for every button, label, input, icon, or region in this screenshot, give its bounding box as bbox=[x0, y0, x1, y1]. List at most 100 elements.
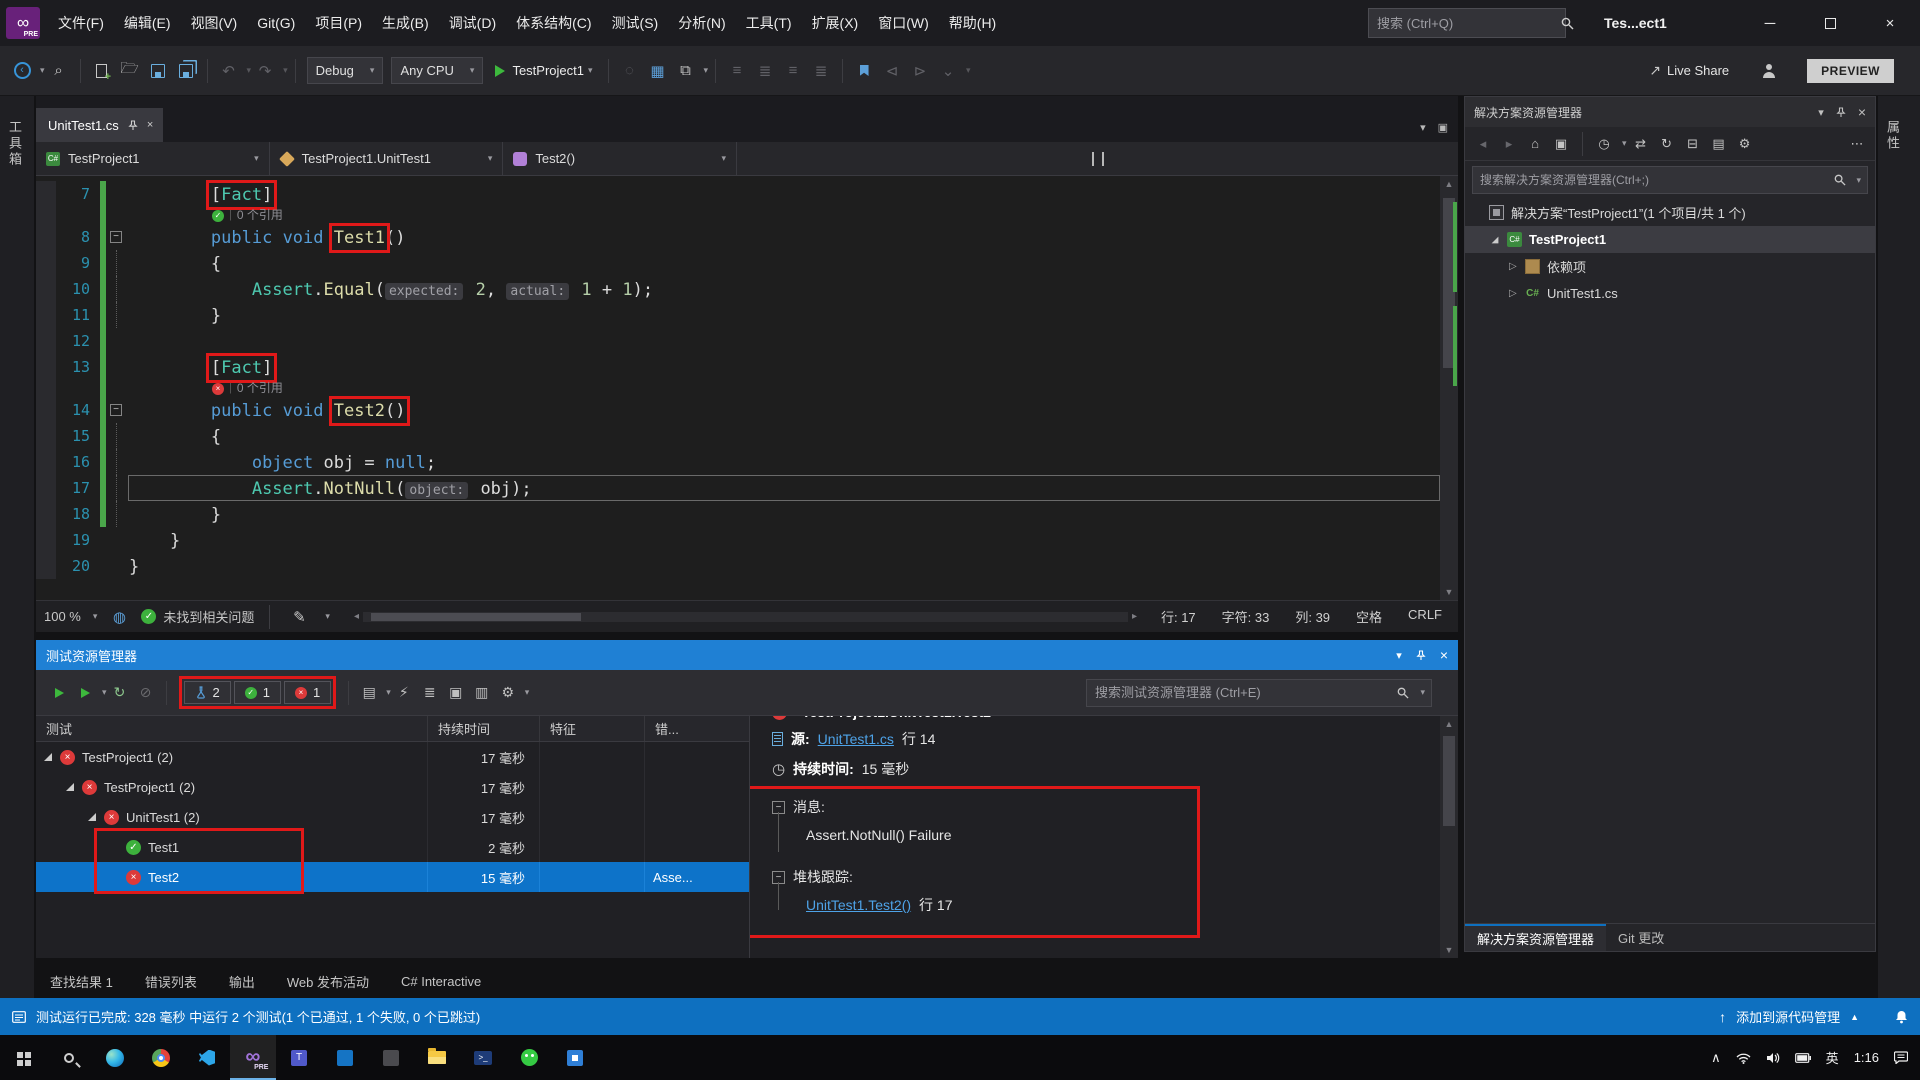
scrollbar-thumb[interactable] bbox=[1443, 736, 1455, 826]
menu-item[interactable]: 扩展(X) bbox=[802, 0, 869, 46]
switch-views-icon[interactable]: ▣ bbox=[1549, 132, 1573, 156]
compare-dropdown-icon[interactable]: ▾ bbox=[704, 65, 709, 76]
test-row[interactable]: ×TestProject1 (2)17 毫秒 bbox=[36, 772, 749, 802]
next-bookmark-icon[interactable]: ⊳ bbox=[906, 57, 934, 85]
show-all-files-icon[interactable]: ▤ bbox=[1707, 132, 1731, 156]
redo-icon[interactable]: ↷ bbox=[251, 57, 279, 85]
document-tab[interactable]: UnitTest1.cs × bbox=[36, 108, 163, 142]
platform-dropdown[interactable]: Any CPU▾ bbox=[391, 57, 483, 84]
stack-frame-link[interactable]: UnitTest1.Test2() bbox=[806, 897, 911, 913]
uncomment-icon[interactable]: ≣ bbox=[807, 57, 835, 85]
breadcrumb-segment[interactable]: Test2()▾ bbox=[503, 142, 737, 175]
expander-icon[interactable] bbox=[44, 753, 52, 761]
panel-tab[interactable]: 查找结果 1 bbox=[50, 972, 113, 991]
panel-tab[interactable]: 输出 bbox=[229, 972, 255, 991]
breadcrumb-segment[interactable]: TestProject1.UnitTest1▾ bbox=[270, 142, 504, 175]
layers-button[interactable]: ▥ bbox=[469, 680, 495, 706]
redo-dropdown-icon[interactable]: ▾ bbox=[283, 65, 288, 76]
collapse-button[interactable]: − bbox=[110, 404, 122, 416]
forward-icon[interactable]: ⌕ bbox=[45, 57, 73, 85]
scroll-up-icon[interactable]: ▲ bbox=[1440, 716, 1458, 732]
ime-indicator[interactable]: 英 bbox=[1826, 1048, 1839, 1067]
minimize-button[interactable]: ─ bbox=[1740, 0, 1800, 46]
panel-tab[interactable]: Git 更改 bbox=[1606, 924, 1676, 951]
run-all-tests-button[interactable] bbox=[46, 680, 72, 706]
window-position-dropdown-icon[interactable]: ▾ bbox=[1396, 649, 1402, 662]
code-editor[interactable]: 7 [Fact]✓|0 个引用8− public void Test1()9 {… bbox=[36, 176, 1458, 600]
add-to-source-control-button[interactable]: 添加到源代码管理 bbox=[1736, 1007, 1840, 1026]
save-all-icon[interactable] bbox=[172, 57, 200, 85]
file-explorer-taskbar-button[interactable] bbox=[414, 1035, 460, 1080]
breakpoint-margin[interactable] bbox=[36, 250, 56, 276]
menu-item[interactable]: 编辑(E) bbox=[114, 0, 181, 46]
collapse-button[interactable]: − bbox=[110, 231, 122, 243]
toolbar-overflow-icon[interactable]: ⌄ bbox=[934, 57, 962, 85]
expander-icon[interactable] bbox=[88, 813, 96, 821]
menu-item[interactable]: 测试(S) bbox=[602, 0, 669, 46]
search-options-icon[interactable]: ▾ bbox=[1420, 687, 1425, 698]
panel-tab[interactable]: 错误列表 bbox=[145, 972, 197, 991]
failed-tests-badge[interactable]: × 1 bbox=[284, 681, 331, 704]
breadcrumb-segment[interactable]: TestProject1▾ bbox=[36, 142, 270, 175]
menu-item[interactable]: Git(G) bbox=[247, 0, 305, 46]
properties-icon[interactable]: ⚙ bbox=[1733, 132, 1757, 156]
app-gray-taskbar-button[interactable] bbox=[368, 1035, 414, 1080]
group-by-button[interactable]: ▣ bbox=[443, 680, 469, 706]
window-position-dropdown-icon[interactable]: ▾ bbox=[1818, 106, 1824, 119]
edge-taskbar-button[interactable] bbox=[92, 1035, 138, 1080]
configuration-dropdown[interactable]: Debug▾ bbox=[307, 57, 384, 84]
test-row[interactable]: ×TestProject1 (2)17 毫秒 bbox=[36, 742, 749, 772]
horizontal-scrollbar[interactable]: ◂ ▸ bbox=[350, 611, 1141, 622]
menu-item[interactable]: 工具(T) bbox=[736, 0, 802, 46]
test-explorer-title-bar[interactable]: 测试资源管理器 ▾ × bbox=[36, 640, 1458, 670]
split-window-icon[interactable] bbox=[737, 142, 1458, 175]
menu-item[interactable]: 生成(B) bbox=[372, 0, 439, 46]
breakpoint-margin[interactable] bbox=[36, 553, 56, 579]
refresh-icon[interactable]: ↻ bbox=[1655, 132, 1679, 156]
comment-icon[interactable]: ≡ bbox=[779, 57, 807, 85]
battery-icon[interactable] bbox=[1795, 1053, 1811, 1063]
tree-item[interactable]: TestProject1 bbox=[1465, 226, 1875, 253]
toolbox-tab[interactable]: 工具箱 bbox=[0, 108, 29, 180]
previous-bookmark-icon[interactable]: ⊲ bbox=[878, 57, 906, 85]
menu-item[interactable]: 体系结构(C) bbox=[506, 0, 601, 46]
powershell-taskbar-button[interactable]: >_ bbox=[460, 1035, 506, 1080]
close-button[interactable]: × bbox=[1860, 0, 1920, 46]
breakpoint-margin[interactable] bbox=[36, 354, 56, 380]
source-file-link[interactable]: UnitTest1.cs bbox=[818, 731, 894, 747]
undo-icon[interactable]: ↶ bbox=[215, 57, 243, 85]
playlist-button[interactable]: ▤ bbox=[356, 680, 382, 706]
open-file-icon[interactable]: 🗁 bbox=[116, 57, 144, 85]
hot-reload-icon[interactable]: ◌ bbox=[616, 57, 644, 85]
test-row[interactable]: ×UnitTest1 (2)17 毫秒 bbox=[36, 802, 749, 832]
source-control-dropdown-icon[interactable]: ▲ bbox=[1850, 1012, 1859, 1022]
column-header[interactable]: 特征 bbox=[540, 716, 645, 741]
editor-vertical-scrollbar[interactable]: ▲ ▼ bbox=[1440, 176, 1458, 600]
pin-icon[interactable] bbox=[128, 120, 138, 131]
toolbar-overflow-icon[interactable]: ⋯ bbox=[1845, 132, 1869, 156]
run-until-failure-icon[interactable]: ⚡ bbox=[391, 680, 417, 706]
notifications-bell-icon[interactable] bbox=[1895, 1010, 1908, 1024]
collapsed-expander-icon[interactable]: ▷ bbox=[1509, 261, 1525, 272]
breakpoint-margin[interactable] bbox=[36, 328, 56, 354]
document-health-indicator[interactable]: ✓ 未找到相关问题 bbox=[141, 607, 254, 626]
presence-icon[interactable]: ◍ bbox=[105, 603, 133, 631]
tree-item[interactable]: 解决方案“TestProject1”(1 个项目/共 1 个) bbox=[1465, 199, 1875, 226]
scroll-right-icon[interactable]: ▸ bbox=[1128, 611, 1141, 622]
scroll-down-icon[interactable]: ▼ bbox=[1440, 942, 1458, 958]
scroll-down-icon[interactable]: ▼ bbox=[1440, 584, 1458, 600]
window-options-icon[interactable]: ▣ bbox=[1438, 121, 1448, 134]
column-header[interactable]: 持续时间 bbox=[428, 716, 540, 741]
passed-tests-badge[interactable]: ✓ 1 bbox=[234, 681, 281, 704]
indent-increase-icon[interactable]: ≣ bbox=[751, 57, 779, 85]
vscode-taskbar-button[interactable] bbox=[184, 1035, 230, 1080]
cancel-run-button[interactable]: ⊘ bbox=[133, 680, 159, 706]
nav-back-icon[interactable]: ◂ bbox=[1471, 132, 1495, 156]
save-icon[interactable] bbox=[144, 57, 172, 85]
pin-icon[interactable] bbox=[1416, 650, 1426, 661]
breakpoint-margin[interactable] bbox=[36, 302, 56, 328]
quick-search-box[interactable] bbox=[1368, 8, 1566, 38]
breakpoint-margin[interactable] bbox=[36, 449, 56, 475]
breakpoint-margin[interactable] bbox=[36, 475, 56, 501]
panel-tab[interactable]: 解决方案资源管理器 bbox=[1465, 924, 1606, 951]
